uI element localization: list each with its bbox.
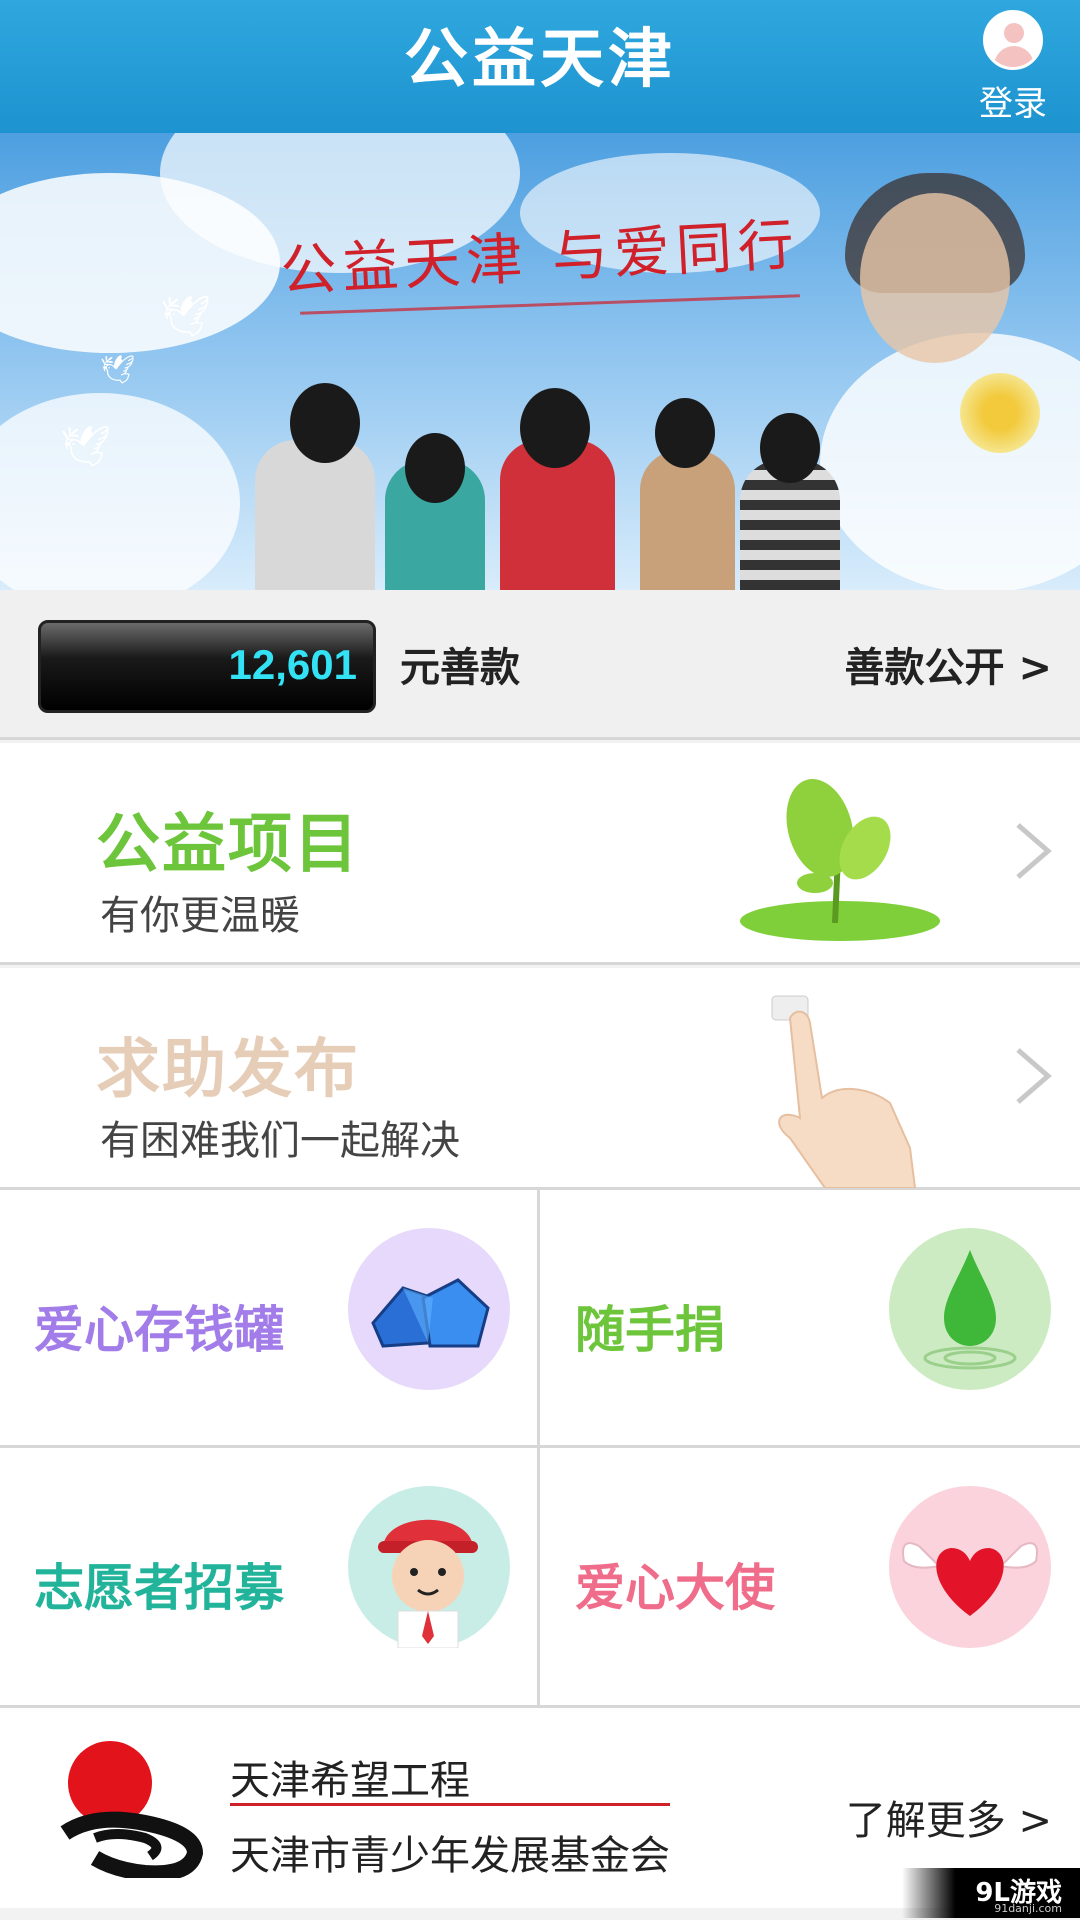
chevron-right-icon [1016,823,1052,879]
love-ambassador-tile[interactable]: 爱心大使 [541,1448,1079,1703]
footer-organization[interactable]: 天津希望工程 天津市青少年发展基金会 了解更多 > 9L游戏 91danji.c… [0,1705,1080,1918]
love-piggy-bank-tile[interactable]: 爱心存钱罐 [0,1190,538,1445]
volunteer-recruit-label: 志愿者招募 [34,1559,284,1617]
org-name-primary: 天津希望工程 [230,1758,470,1804]
donation-strip: 12,601 元善款 善款公开 > [0,590,1080,740]
hope-project-logo [60,1741,204,1878]
help-request-row[interactable]: 求助发布 有困难我们一起解决 [0,968,1080,1190]
donation-public-link[interactable]: 善款公开 > [845,635,1052,693]
volunteer-recruit-tile[interactable]: 志愿者招募 [0,1448,538,1703]
water-drop-icon [889,1228,1051,1390]
dove-icon: 🕊 [60,424,111,470]
dove-icon: 🕊 [100,353,136,386]
org-divider [230,1803,670,1806]
learn-more-link[interactable]: 了解更多 > [846,1788,1052,1846]
donation-amount: 12,601 [228,641,357,688]
avatar-icon [983,10,1043,70]
dove-icon: 🕊 [160,294,211,340]
watermark-sub: 91danji.com [994,1902,1062,1915]
love-ambassador-label: 爱心大使 [575,1559,775,1617]
winged-heart-icon [889,1486,1051,1648]
donation-unit: 元善款 [400,645,520,691]
charity-projects-subtitle: 有你更温暖 [100,893,300,939]
volunteer-cartoon-icon [348,1486,510,1649]
piggy-bank-gems-icon [348,1228,510,1390]
feature-grid: 爱心存钱罐 随手捐 志愿者招募 爱心大使 [0,1190,1080,1705]
quick-donate-tile[interactable]: 随手捐 [541,1190,1079,1445]
org-name-secondary: 天津市青少年发展基金会 [230,1833,670,1879]
watermark: 9L游戏 91danji.com [902,1868,1080,1918]
quick-donate-label: 随手捐 [575,1301,725,1359]
charity-projects-title: 公益项目 [96,808,360,882]
plant-icon [740,778,940,941]
help-request-subtitle: 有困难我们一起解决 [100,1118,460,1164]
love-piggy-bank-label: 爱心存钱罐 [34,1301,284,1359]
grid-divider [0,1445,1080,1448]
login-label: 登录 [979,84,1047,124]
app-header: 公益天津 登录 [0,0,1080,133]
chevron-right-icon [1016,1048,1052,1104]
app-title: 公益天津 [404,23,676,97]
banner-image[interactable]: 公益天津 与爱同行 🕊 🕊 🕊 [0,133,1080,590]
help-request-title: 求助发布 [96,1033,360,1107]
charity-projects-row[interactable]: 公益项目 有你更温暖 [0,743,1080,965]
login-button[interactable]: 登录 [968,10,1058,125]
pointing-hand-icon [771,995,917,1188]
donation-counter: 12,601 [38,620,376,713]
